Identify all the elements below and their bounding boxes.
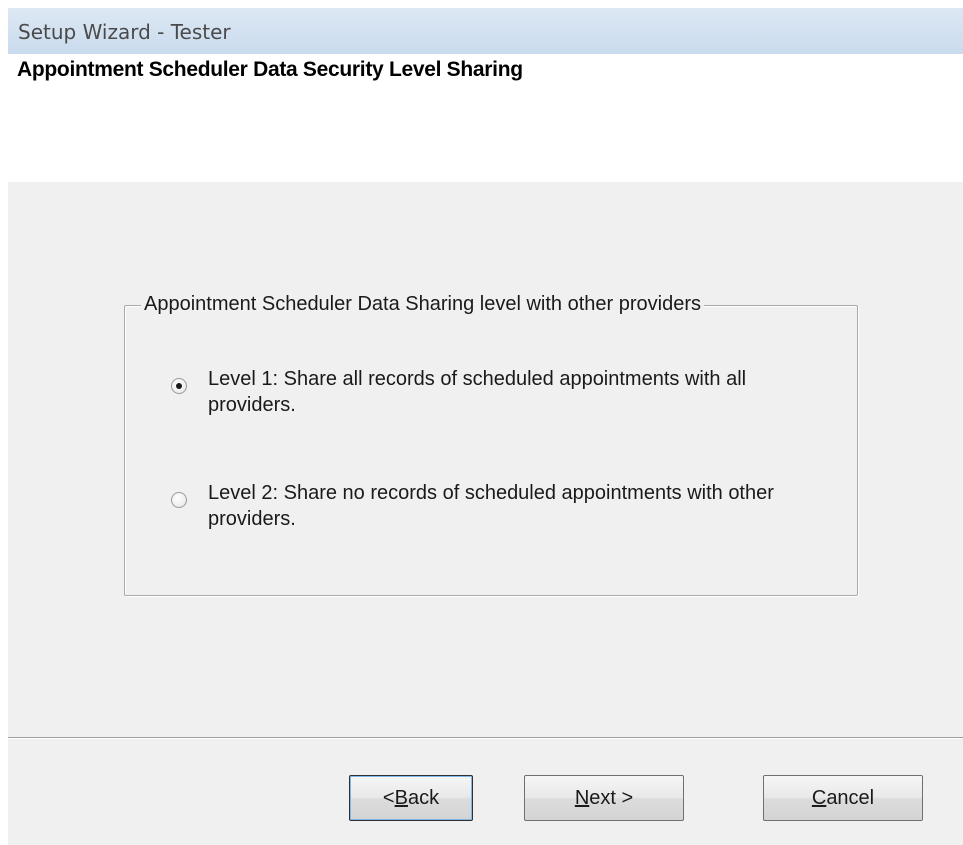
level-2-radio[interactable] bbox=[171, 492, 187, 508]
level-1-label[interactable]: Level 1: Share all records of scheduled … bbox=[208, 366, 828, 418]
next-button[interactable]: Next > bbox=[524, 775, 684, 821]
cancel-button-rest: ancel bbox=[826, 786, 875, 809]
footer-separator bbox=[8, 737, 963, 739]
groupbox-legend: Appointment Scheduler Data Sharing level… bbox=[141, 293, 704, 316]
level-1-radio[interactable] bbox=[171, 378, 187, 394]
title-bar[interactable]: Setup Wizard - Tester bbox=[8, 8, 963, 54]
back-button-accel: B bbox=[394, 786, 408, 809]
cancel-button[interactable]: Cancel bbox=[763, 775, 923, 821]
next-button-accel: N bbox=[574, 786, 590, 809]
back-button-rest: ack bbox=[407, 786, 440, 809]
cancel-button-accel: C bbox=[811, 786, 827, 809]
level-2-label[interactable]: Level 2: Share no records of scheduled a… bbox=[208, 480, 828, 532]
back-button-prefix: < bbox=[382, 786, 395, 809]
back-button[interactable]: < Back bbox=[349, 775, 473, 821]
radio-selected-dot bbox=[176, 383, 182, 389]
sharing-level-groupbox: Appointment Scheduler Data Sharing level… bbox=[124, 293, 858, 596]
wizard-header: Appointment Scheduler Data Security Leve… bbox=[8, 54, 963, 182]
window-title: Setup Wizard - Tester bbox=[18, 20, 231, 44]
next-button-rest: ext > bbox=[589, 786, 634, 809]
page-title: Appointment Scheduler Data Security Leve… bbox=[17, 58, 523, 81]
setup-wizard-window: Setup Wizard - Tester Appointment Schedu… bbox=[8, 8, 963, 845]
